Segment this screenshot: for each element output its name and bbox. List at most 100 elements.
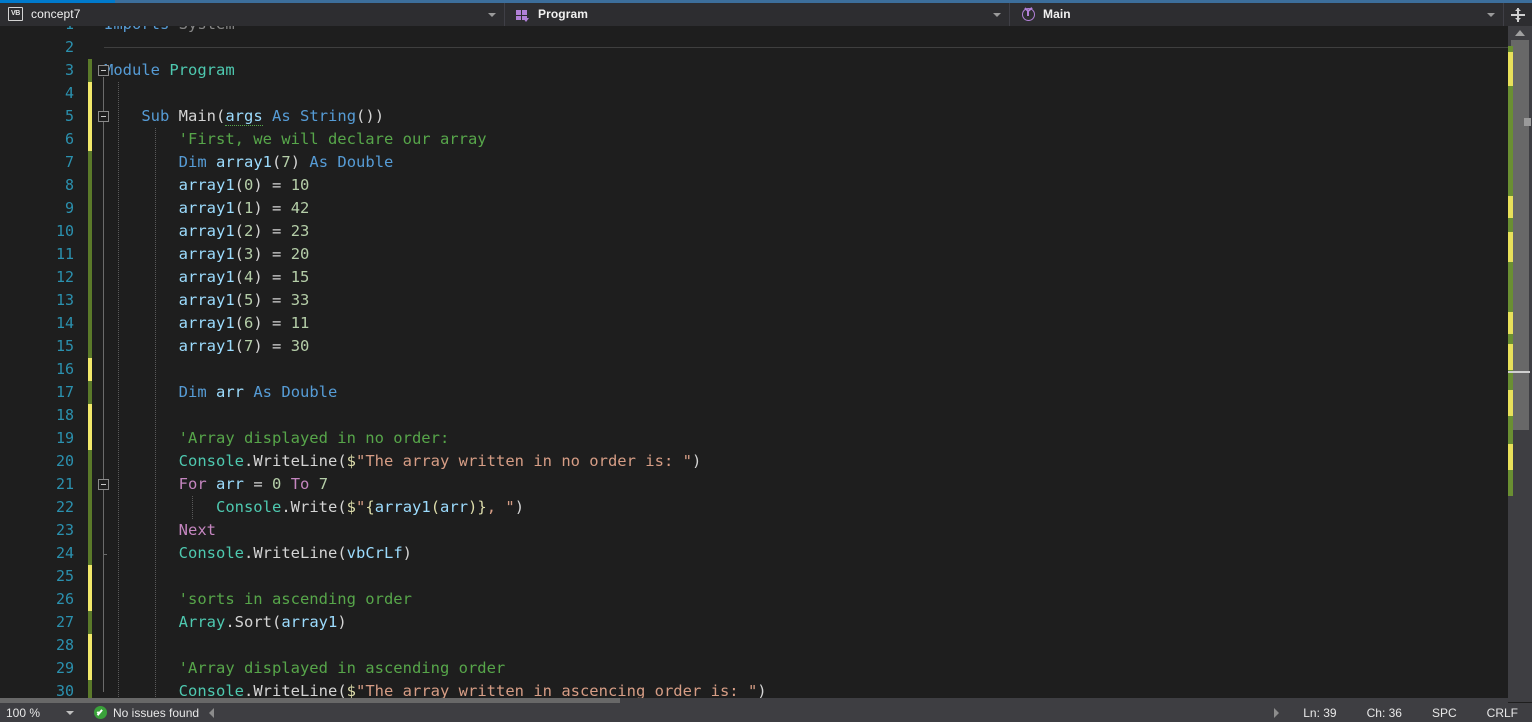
code-line[interactable]: 19 'Array displayed in no order: — [0, 427, 1532, 450]
project-dropdown[interactable]: VB concept7 — [0, 3, 505, 26]
code-line-text: array1(5) = 33 — [178, 291, 310, 309]
code-line[interactable]: 12 array1(4) = 15 — [0, 266, 1532, 289]
member-dropdown-label: Main — [1043, 7, 1071, 21]
line-indicator[interactable]: Ln: 39 — [1303, 706, 1336, 720]
code-line[interactable]: 2 — [0, 36, 1532, 59]
code-line[interactable]: 3 Module Program — [0, 59, 1532, 82]
zoom-level-control[interactable]: 100 % — [0, 703, 88, 722]
line-number: 12 — [55, 268, 74, 286]
line-number: 24 — [55, 544, 74, 562]
code-line[interactable]: 15 array1(7) = 30 — [0, 335, 1532, 358]
navigation-bar: VB concept7 Program Main — [0, 3, 1532, 26]
code-line-text: array1(6) = 11 — [178, 314, 310, 332]
code-line[interactable]: 25 — [0, 565, 1532, 588]
scrollbar-change-marker — [1508, 52, 1513, 86]
change-bar-marker — [88, 128, 92, 151]
code-line[interactable]: 16 — [0, 358, 1532, 381]
code-line[interactable]: 11 array1(3) = 20 — [0, 243, 1532, 266]
scrollbar-marker-square — [1524, 118, 1531, 126]
chevron-down-icon[interactable] — [66, 710, 74, 715]
scrollbar-change-marker — [1508, 444, 1513, 470]
code-line[interactable]: 1 Imports System — [0, 26, 1532, 36]
code-line[interactable]: 8 array1(0) = 10 — [0, 174, 1532, 197]
line-number: 5 — [64, 107, 74, 125]
code-line[interactable]: 18 — [0, 404, 1532, 427]
line-number: 10 — [55, 222, 74, 240]
issues-label: No issues found — [113, 705, 200, 720]
chevron-down-icon[interactable] — [1487, 12, 1495, 17]
indentation-indicator[interactable]: SPC — [1432, 706, 1457, 720]
split-view-icon — [1510, 7, 1526, 23]
outlining-collapse-button[interactable] — [98, 65, 109, 76]
member-dropdown[interactable]: Main — [1010, 3, 1504, 26]
scrollbar-change-marker — [1508, 196, 1513, 218]
line-number: 28 — [55, 636, 74, 654]
scroll-up-arrow-icon[interactable] — [1515, 30, 1525, 36]
scrollbar-change-marker — [1508, 262, 1513, 312]
change-bar-marker — [88, 404, 92, 427]
change-bar-marker — [88, 289, 92, 312]
line-number: 9 — [64, 199, 74, 217]
line-number: 29 — [55, 659, 74, 677]
code-line[interactable]: 23 Next — [0, 519, 1532, 542]
code-line[interactable]: 7 Dim array1(7) As Double — [0, 151, 1532, 174]
code-line[interactable]: 4 — [0, 82, 1532, 105]
change-bar-marker — [88, 174, 92, 197]
issues-indicator[interactable]: No issues found — [94, 706, 199, 720]
line-number: 22 — [55, 498, 74, 516]
code-line[interactable]: 24 Console.WriteLine(vbCrLf) — [0, 542, 1532, 565]
outlining-end-tick — [103, 554, 107, 555]
change-bar-marker — [88, 634, 92, 657]
code-line[interactable]: 9 array1(1) = 42 — [0, 197, 1532, 220]
code-line[interactable]: 28 — [0, 634, 1532, 657]
code-line[interactable]: 5 Sub Main(args As String()) — [0, 105, 1532, 128]
line-number: 20 — [55, 452, 74, 470]
code-lines-container: 1Imports System23Module Program45 Sub Ma… — [0, 26, 1532, 702]
outlining-collapse-button[interactable] — [98, 479, 109, 490]
code-editor-surface[interactable]: 1Imports System23Module Program45 Sub Ma… — [0, 26, 1532, 702]
line-ending-indicator[interactable]: CRLF — [1487, 706, 1518, 720]
chevron-down-icon[interactable] — [488, 12, 496, 17]
scrollbar-change-marker — [1508, 232, 1513, 262]
indent-guide — [118, 82, 119, 702]
code-line-text: array1(0) = 10 — [178, 176, 310, 194]
check-circle-icon — [94, 706, 107, 719]
line-number: 7 — [64, 153, 74, 171]
code-line[interactable]: 26 'sorts in ascending order — [0, 588, 1532, 611]
outlining-collapse-button[interactable] — [98, 111, 109, 122]
change-bar-marker — [88, 519, 92, 542]
scrollbar-caret-marker — [1508, 371, 1530, 373]
code-line[interactable]: 29 'Array displayed in ascending order — [0, 657, 1532, 680]
code-line[interactable]: 17 Dim arr As Double — [0, 381, 1532, 404]
code-line[interactable]: 6 'First, we will declare our array — [0, 128, 1532, 151]
line-number: 6 — [64, 130, 74, 148]
line-number: 11 — [55, 245, 74, 263]
scrollbar-change-marker — [1508, 86, 1513, 196]
line-number: 25 — [55, 567, 74, 585]
scrollbar-change-marker — [1508, 312, 1513, 334]
method-icon — [1020, 7, 1036, 23]
vertical-scrollbar[interactable] — [1508, 26, 1532, 702]
code-line[interactable]: 10 array1(2) = 23 — [0, 220, 1532, 243]
scrollbar-change-marker — [1508, 470, 1513, 496]
split-view-button[interactable] — [1504, 3, 1532, 26]
code-line[interactable]: 21 For arr = 0 To 7 — [0, 473, 1532, 496]
change-bar-marker — [88, 565, 92, 588]
collapse-left-arrow-icon[interactable] — [209, 707, 215, 718]
column-indicator[interactable]: Ch: 36 — [1367, 706, 1402, 720]
code-line[interactable]: 13 array1(5) = 33 — [0, 289, 1532, 312]
code-line-text: Console.WriteLine(vbCrLf) — [178, 544, 413, 562]
code-line[interactable]: 22 Console.Write($"{array1(arr)}, ") — [0, 496, 1532, 519]
chevron-down-icon[interactable] — [993, 12, 1001, 17]
line-number: 18 — [55, 406, 74, 424]
type-dropdown[interactable]: Program — [505, 3, 1010, 26]
change-bar-marker — [88, 151, 92, 174]
code-line[interactable]: 14 array1(6) = 11 — [0, 312, 1532, 335]
change-bar-marker — [88, 197, 92, 220]
expand-right-arrow-icon[interactable] — [1274, 707, 1280, 718]
type-dropdown-label: Program — [538, 7, 589, 21]
code-line[interactable]: 27 Array.Sort(array1) — [0, 611, 1532, 634]
code-line[interactable]: 20 Console.WriteLine($"The array written… — [0, 450, 1532, 473]
line-number: 15 — [55, 337, 74, 355]
change-bar-marker — [88, 450, 92, 473]
